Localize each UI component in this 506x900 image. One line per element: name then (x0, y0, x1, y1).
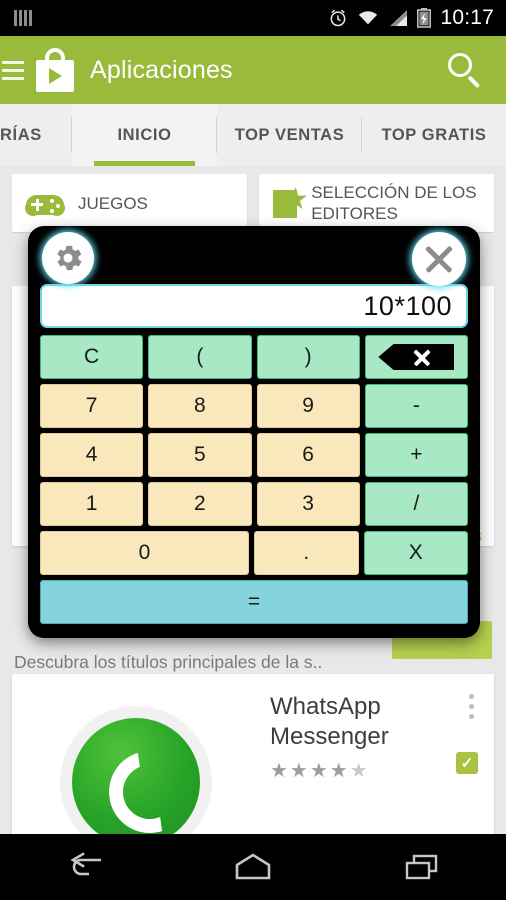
digit-3-key[interactable]: 3 (256, 482, 360, 526)
backspace-key[interactable] (364, 335, 468, 379)
tab-top-ventas[interactable]: TOP VENTAS (217, 104, 362, 166)
cell-signal-icon (390, 10, 408, 26)
plus-key[interactable]: + (364, 433, 468, 477)
tab-label: RÍAS (0, 125, 42, 144)
digit-2-key[interactable]: 2 (148, 482, 252, 526)
digit-6-key[interactable]: 6 (256, 433, 360, 477)
status-bar: 10:17 (0, 0, 506, 36)
whatsapp-phone-icon (60, 706, 212, 834)
editors-choice-star-icon: ★ (273, 185, 309, 220)
equals-key[interactable]: = (40, 580, 468, 624)
keypad-row: C ( ) (40, 335, 468, 379)
decimal-point-key[interactable]: . (254, 531, 359, 575)
digit-7-key[interactable]: 7 (40, 384, 144, 428)
tab-label: INICIO (117, 125, 172, 144)
home-icon[interactable] (198, 844, 308, 890)
gear-icon[interactable] (42, 232, 94, 284)
category-card-seleccion-editores[interactable]: ★ SELECCIÓN DE LOS EDITORES (259, 174, 494, 232)
app-card-whatsapp[interactable]: WhatsApp Messenger ★★★★★ ✓ (12, 674, 494, 834)
digit-1-key[interactable]: 1 (40, 482, 144, 526)
installed-check-badge-icon: ✓ (456, 752, 478, 774)
android-nav-bar (0, 834, 506, 900)
multiply-key[interactable]: X (363, 531, 468, 575)
calculator-keypad: C ( ) 7 8 9 - 4 5 6 + 1 2 3 / 0 . X = (36, 335, 472, 632)
search-icon[interactable] (446, 51, 484, 89)
back-arrow-icon[interactable] (29, 844, 139, 890)
tab-bar: RÍAS INICIO TOP VENTAS TOP GRATIS (0, 104, 506, 166)
digit-0-key[interactable]: 0 (40, 531, 250, 575)
content-blurb: Descubra los títulos principales de la s… (14, 652, 323, 672)
gamepad-icon (25, 191, 65, 216)
keypad-row: 1 2 3 / (40, 482, 468, 526)
more-vertical-icon[interactable] (469, 694, 474, 719)
close-icon[interactable] (412, 232, 466, 286)
minus-key[interactable]: - (364, 384, 468, 428)
page-title: Aplicaciones (90, 55, 233, 84)
digit-8-key[interactable]: 8 (148, 384, 252, 428)
digit-9-key[interactable]: 9 (256, 384, 360, 428)
google-play-bag-icon (34, 48, 76, 92)
app-title: WhatsApp Messenger (270, 693, 389, 750)
action-bar: Aplicaciones (0, 36, 506, 104)
battery-charging-icon (417, 8, 432, 28)
tab-top-gratis[interactable]: TOP GRATIS (362, 104, 506, 166)
calculator-display[interactable]: 10*100 (40, 284, 468, 328)
status-bar-right: 10:17 (328, 6, 506, 30)
tab-categorias[interactable]: RÍAS (0, 104, 72, 166)
keypad-row: 0 . X (40, 531, 468, 575)
tab-inicio[interactable]: INICIO (72, 104, 217, 166)
tab-label: TOP GRATIS (381, 125, 487, 144)
digit-4-key[interactable]: 4 (40, 433, 144, 477)
close-paren-key[interactable]: ) (256, 335, 360, 379)
wifi-icon (359, 11, 378, 25)
category-label: SELECCIÓN DE LOS EDITORES (311, 183, 477, 223)
sim-signal-bars-icon (14, 10, 32, 26)
status-bar-clock: 10:17 (440, 6, 494, 29)
calculator-header (36, 226, 472, 286)
floating-calculator-overlay[interactable]: 10*100 C ( ) 7 8 9 - 4 5 6 + 1 2 3 / 0 .… (28, 226, 480, 638)
digit-5-key[interactable]: 5 (148, 433, 252, 477)
clear-key[interactable]: C (40, 335, 144, 379)
category-card-row: JUEGOS ★ SELECCIÓN DE LOS EDITORES (0, 166, 506, 232)
rating-stars: ★★★★★ (270, 760, 370, 782)
open-paren-key[interactable]: ( (148, 335, 252, 379)
keypad-row-equals: = (40, 580, 468, 624)
backspace-icon (378, 344, 455, 370)
divide-key[interactable]: / (364, 482, 468, 526)
alarm-icon (331, 9, 346, 27)
tab-label: TOP VENTAS (234, 125, 345, 144)
recent-apps-icon[interactable] (367, 844, 477, 890)
category-label: JUEGOS (78, 193, 148, 213)
status-bar-left (0, 10, 32, 26)
hamburger-menu-icon[interactable] (2, 60, 28, 80)
keypad-row: 7 8 9 - (40, 384, 468, 428)
keypad-row: 4 5 6 + (40, 433, 468, 477)
category-card-juegos[interactable]: JUEGOS (12, 174, 247, 232)
